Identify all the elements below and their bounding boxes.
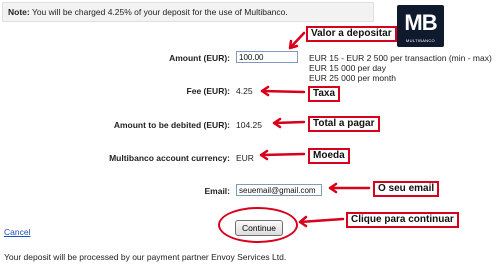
- arrow-total-icon: [272, 117, 306, 129]
- arrow-fee-icon: [260, 85, 306, 97]
- arrow-currency-icon: [259, 149, 306, 161]
- arrow-email-icon: [328, 182, 371, 194]
- arrow-continue-icon: [298, 215, 345, 228]
- annotation-arrows: [259, 31, 371, 228]
- arrow-amount-icon: [288, 31, 306, 50]
